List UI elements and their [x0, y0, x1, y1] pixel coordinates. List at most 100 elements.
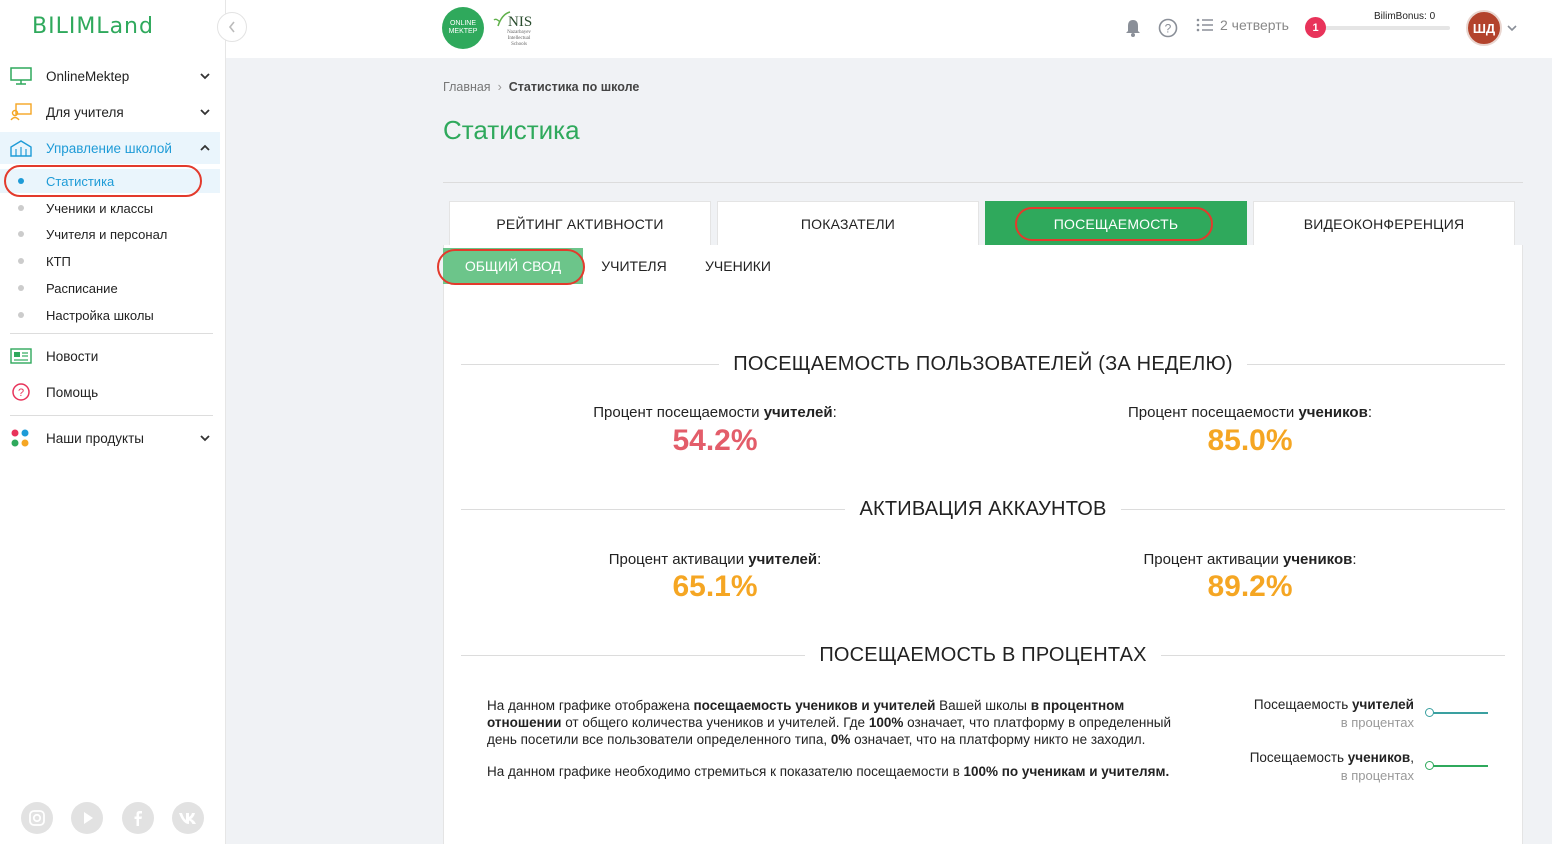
legend-text: Посещаемость [1253, 697, 1353, 712]
instagram-icon[interactable] [21, 802, 53, 834]
help-icon[interactable]: ? [1158, 18, 1178, 38]
students-attendance-label: Процент посещаемости учеников: [1050, 404, 1450, 421]
bullet-icon [18, 205, 24, 211]
bilimland-logo[interactable]: BILIMLand [32, 14, 154, 39]
user-avatar[interactable]: ШД [1466, 10, 1502, 46]
label-text: Процент посещаемости [593, 404, 764, 421]
breadcrumb-current: Статистика по школе [508, 80, 640, 94]
tab-indicators[interactable]: ПОКАЗАТЕЛИ [717, 201, 979, 245]
svg-text:?: ? [1165, 22, 1172, 36]
sidebar-divider [10, 415, 213, 416]
label-bold: учителей [748, 551, 818, 568]
teachers-activation-value: 65.1% [672, 570, 758, 603]
sidebar-collapse-button[interactable] [217, 12, 247, 42]
label-bold: учеников [1283, 551, 1353, 568]
tab-label: ВИДЕОКОНФЕРЕНЦИЯ [1303, 215, 1465, 232]
tab-label: РЕЙТИНГ АКТИВНОСТИ [496, 215, 664, 232]
nis-logo[interactable]: NIS [508, 14, 532, 31]
breadcrumb: Главная › Статистика по школе [443, 80, 639, 94]
desc-text: означает, что на платформу никто не захо… [850, 732, 1146, 747]
desc-text: от общего количества учеников и учителей… [561, 715, 869, 730]
section-line [1160, 654, 1506, 656]
facebook-icon[interactable] [122, 802, 154, 834]
legend-sublabel: в процентах [1340, 768, 1414, 783]
sidebar-subitem-teachers-staff[interactable]: Учителя и персонал [0, 222, 220, 246]
desc-text: На данном графике отображена [487, 698, 694, 713]
sidebar-item-label: Наши продукты [46, 430, 144, 446]
label-text: Процент активации [608, 551, 749, 568]
bullet-icon [18, 312, 24, 318]
teacher-board-icon [10, 103, 32, 121]
tab-activity-rating[interactable]: РЕЙТИНГ АКТИВНОСТИ [449, 201, 711, 245]
sidebar-item-label: Управление школой [46, 140, 172, 156]
section-line [461, 363, 720, 365]
breadcrumb-home-link[interactable]: Главная [443, 80, 491, 94]
sidebar-subitem-statistics[interactable]: Статистика [0, 169, 220, 193]
page-title: Статистика [443, 115, 580, 145]
monitor-icon [10, 67, 32, 85]
desc-bold: 100% [868, 715, 904, 730]
teachers-activation-label: Процент активации учителей: [515, 551, 915, 568]
sidebar-divider [10, 333, 213, 334]
nis-logo-subtitle: Nazarbayev Intellectual Schools [507, 30, 531, 47]
chevron-down-icon[interactable] [1506, 22, 1518, 34]
legend-sublabel: в процентах [1340, 715, 1414, 730]
label-bold: учеников [1298, 404, 1368, 421]
vk-icon[interactable] [172, 802, 204, 834]
top-header: ONLINE MEKTEP NIS Nazarbayev Intellectua… [226, 0, 1552, 58]
chevron-down-icon [200, 109, 210, 116]
legend-teachers[interactable]: Посещаемость учителей в процентах [1200, 697, 1500, 733]
onlinemektep-logo[interactable]: ONLINE MEKTEP [442, 7, 484, 49]
sidebar-item-help[interactable]: ? Помощь [0, 376, 220, 408]
desc-bold: 0% [830, 732, 851, 747]
sidebar-item-school-management[interactable]: Управление школой [0, 132, 220, 164]
sidebar-item-our-products[interactable]: Наши продукты [0, 422, 220, 454]
chart-description: На данном графике отображена посещаемост… [487, 697, 1197, 795]
om-logo-text: MEKTEP [448, 28, 478, 35]
tab-label: ПОСЕЩАЕМОСТЬ [1053, 215, 1179, 232]
desc-text: На данном графике необходимо стремиться … [487, 764, 964, 779]
sidebar-item-teacher[interactable]: Для учителя [0, 96, 220, 128]
students-attendance-value: 85.0% [1207, 424, 1293, 457]
legend-text: , [1410, 750, 1414, 765]
legend-students[interactable]: Посещаемость учеников, в процентах [1200, 750, 1500, 786]
youtube-icon[interactable] [71, 802, 103, 834]
label-text: : [1352, 551, 1357, 568]
section-line [1246, 363, 1505, 365]
subtab-teachers[interactable]: УЧИТЕЛЯ [588, 248, 680, 284]
section-title-activation: АКТИВАЦИЯ АККАУНТОВ [461, 498, 1506, 520]
title-divider [443, 182, 1523, 183]
bullet-icon [18, 178, 24, 184]
sidebar-item-label: OnlineMektep [46, 68, 130, 84]
tab-attendance[interactable]: ПОСЕЩАЕМОСТЬ [985, 201, 1247, 245]
section-line [461, 508, 846, 510]
label-text: Процент активации [1143, 551, 1283, 568]
sidebar-item-news[interactable]: Новости [0, 340, 220, 372]
sidebar-subitem-students-classes[interactable]: Ученики и классы [0, 196, 220, 220]
subtab-students[interactable]: УЧЕНИКИ [690, 248, 786, 284]
sidebar-subitem-ktp[interactable]: КТП [0, 249, 220, 273]
description-paragraph: На данном графике отображена посещаемост… [487, 697, 1197, 748]
sidebar-subitem-label: Настройка школы [46, 307, 154, 323]
sidebar-item-onlinemektep[interactable]: OnlineMektep [0, 60, 220, 92]
students-activation-label: Процент активации учеников: [1050, 551, 1450, 568]
legend-marker-students [1425, 761, 1434, 770]
sidebar: BILIMLand OnlineMektep Для учителя Управ… [0, 0, 226, 844]
sidebar-subitem-school-settings[interactable]: Настройка школы [0, 303, 220, 327]
sidebar-subitem-schedule[interactable]: Расписание [0, 276, 220, 300]
section-title-attendance: ПОСЕЩАЕМОСТЬ ПОЛЬЗОВАТЕЛЕЙ (ЗА НЕДЕЛЮ) [461, 352, 1505, 375]
bell-icon[interactable] [1123, 18, 1143, 38]
teachers-attendance-value: 54.2% [672, 424, 758, 457]
quarter-selector[interactable]: 2 четверть [1196, 17, 1289, 33]
desc-bold: 100% по ученикам и учителям. [963, 764, 1170, 779]
sidebar-subitem-label: Статистика [46, 173, 115, 189]
section-title-text: ПОСЕЩАЕМОСТЬ ПОЛЬЗОВАТЕЛЕЙ (ЗА НЕДЕЛЮ) [733, 352, 1233, 375]
notification-badge[interactable]: 1 [1305, 17, 1326, 38]
om-logo-text: ONLINE [449, 20, 477, 27]
quarter-label: 2 четверть [1220, 17, 1289, 33]
subtab-general-summary[interactable]: ОБЩИЙ СВОД [443, 248, 583, 284]
products-grid-icon [11, 429, 29, 447]
bullet-icon [18, 231, 24, 237]
tab-videoconference[interactable]: ВИДЕОКОНФЕРЕНЦИЯ [1253, 201, 1515, 245]
subtab-label: ОБЩИЙ СВОД [464, 258, 562, 274]
